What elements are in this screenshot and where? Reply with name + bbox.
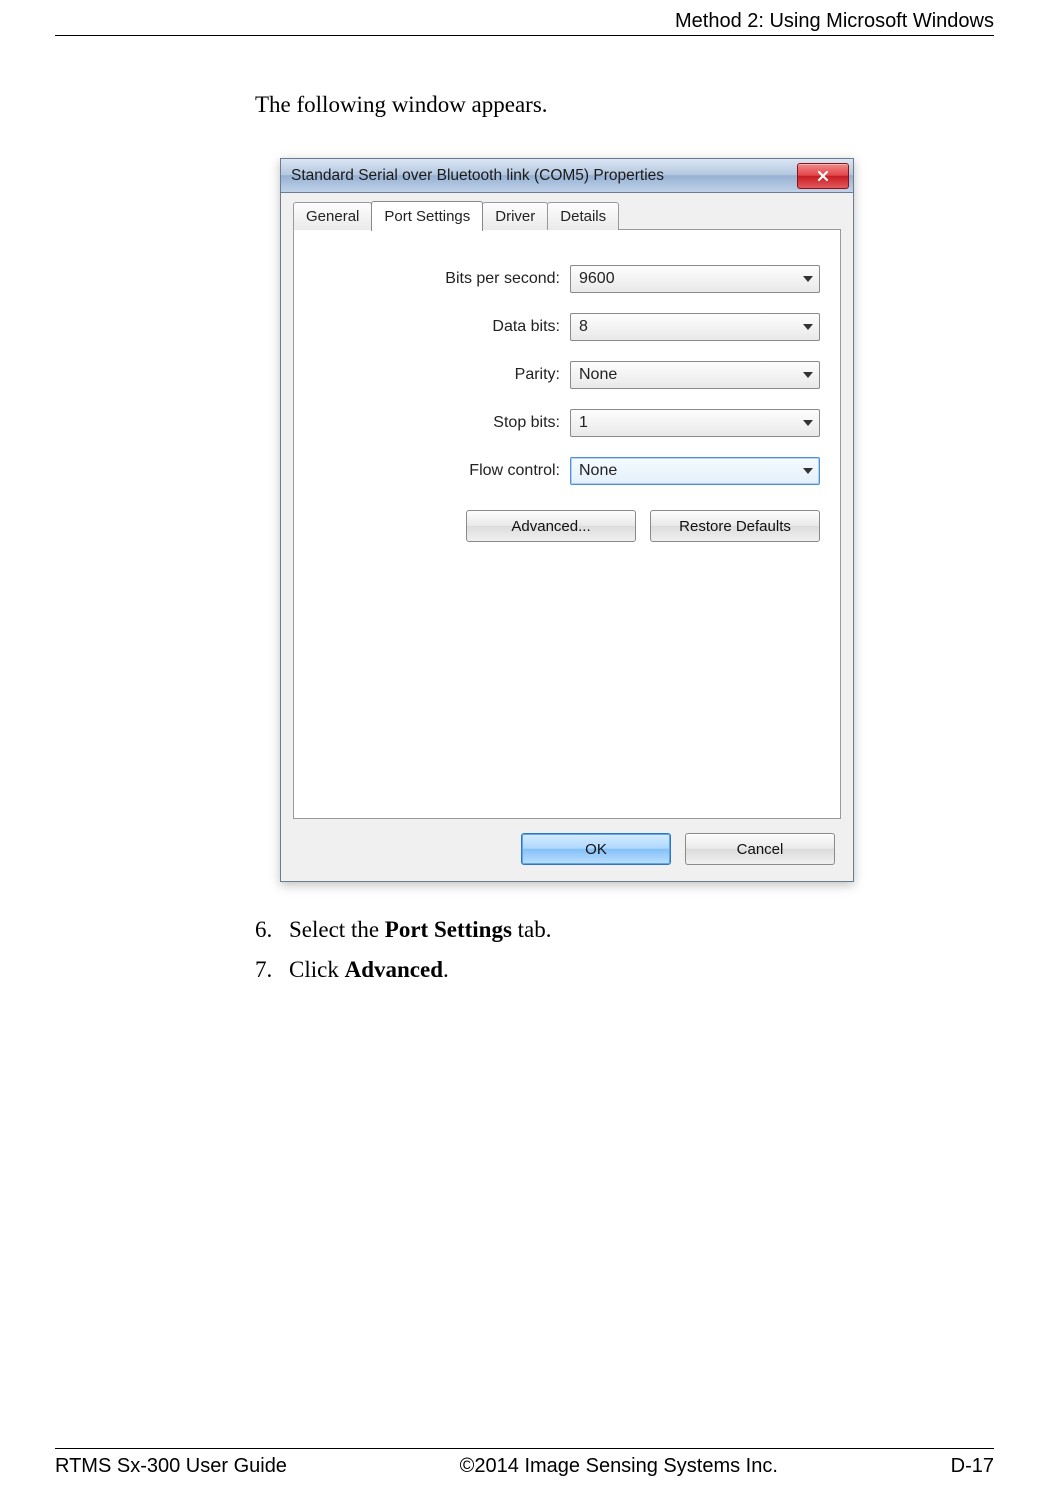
parity-value: None xyxy=(579,366,617,384)
port-settings-panel: Bits per second: 9600 Data bits: 8 xyxy=(293,229,841,819)
chevron-down-icon xyxy=(803,276,813,282)
stop-bits-select[interactable]: 1 xyxy=(570,409,820,437)
stop-bits-value: 1 xyxy=(579,414,588,432)
parity-select[interactable]: None xyxy=(570,361,820,389)
close-icon xyxy=(817,170,829,182)
data-bits-select[interactable]: 8 xyxy=(570,313,820,341)
tab-details[interactable]: Details xyxy=(547,202,619,230)
flow-control-label: Flow control: xyxy=(360,462,570,480)
flow-control-value: None xyxy=(579,462,617,480)
advanced-button[interactable]: Advanced... xyxy=(466,510,636,542)
chevron-down-icon xyxy=(803,468,813,474)
bits-per-second-select[interactable]: 9600 xyxy=(570,265,820,293)
footer-left: RTMS Sx-300 User Guide xyxy=(55,1455,287,1478)
restore-defaults-button[interactable]: Restore Defaults xyxy=(650,510,820,542)
stop-bits-label: Stop bits: xyxy=(360,414,570,432)
step-7-text: Click Advanced. xyxy=(289,957,449,983)
chevron-down-icon xyxy=(803,324,813,330)
bits-per-second-label: Bits per second: xyxy=(360,270,570,288)
step-7-number: 7. xyxy=(255,957,289,983)
tab-port-settings[interactable]: Port Settings xyxy=(371,201,483,231)
footer-right: D-17 xyxy=(951,1455,994,1478)
dialog-titlebar[interactable]: Standard Serial over Bluetooth link (COM… xyxy=(281,159,853,193)
dialog-footer: OK Cancel xyxy=(293,819,841,869)
bits-per-second-value: 9600 xyxy=(579,270,615,288)
intro-text: The following window appears. xyxy=(255,92,994,118)
chevron-down-icon xyxy=(803,372,813,378)
properties-dialog: Standard Serial over Bluetooth link (COM… xyxy=(280,158,854,882)
tab-strip: General Port Settings Driver Details xyxy=(293,200,841,230)
parity-label: Parity: xyxy=(360,366,570,384)
dialog-title: Standard Serial over Bluetooth link (COM… xyxy=(291,167,664,185)
step-6-number: 6. xyxy=(255,917,289,943)
footer-center: ©2014 Image Sensing Systems Inc. xyxy=(460,1455,778,1478)
page-header: Method 2: Using Microsoft Windows xyxy=(55,0,994,36)
step-6-text: Select the Port Settings tab. xyxy=(289,917,552,943)
step-7: 7. Click Advanced. xyxy=(255,957,994,983)
tab-driver[interactable]: Driver xyxy=(482,202,548,230)
flow-control-select[interactable]: None xyxy=(570,457,820,485)
chevron-down-icon xyxy=(803,420,813,426)
cancel-button[interactable]: Cancel xyxy=(685,833,835,865)
header-section-title: Method 2: Using Microsoft Windows xyxy=(675,10,994,32)
data-bits-value: 8 xyxy=(579,318,588,336)
close-button[interactable] xyxy=(797,163,849,189)
page-footer: RTMS Sx-300 User Guide ©2014 Image Sensi… xyxy=(55,1448,994,1478)
data-bits-label: Data bits: xyxy=(360,318,570,336)
step-6: 6. Select the Port Settings tab. xyxy=(255,917,994,943)
ok-button[interactable]: OK xyxy=(521,833,671,865)
tab-general[interactable]: General xyxy=(293,202,372,230)
